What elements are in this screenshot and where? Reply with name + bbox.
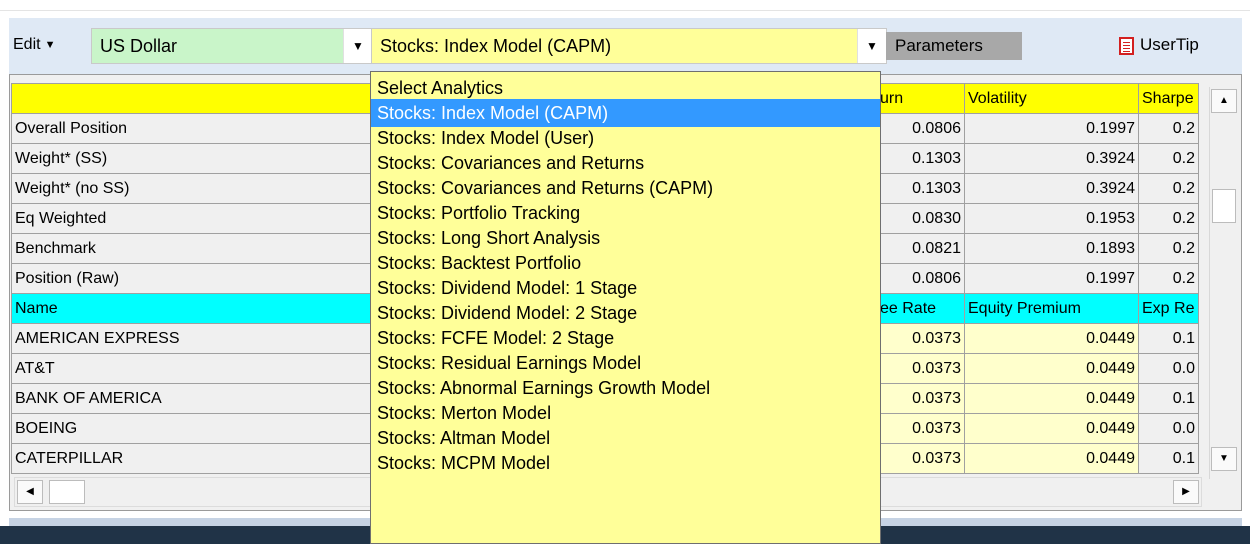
- dropdown-item[interactable]: Stocks: Covariances and Returns: [371, 149, 880, 177]
- cell[interactable]: 0.1303: [876, 143, 965, 174]
- analytics-select-value: Stocks: Index Model (CAPM): [380, 36, 612, 56]
- cell[interactable]: 0.1303: [876, 173, 965, 204]
- cell[interactable]: 0.1: [1138, 323, 1199, 354]
- cell[interactable]: 0.3924: [964, 173, 1139, 204]
- edit-menu[interactable]: Edit ▼: [13, 32, 55, 58]
- cell[interactable]: 0.1: [1138, 383, 1199, 414]
- currency-select-value: US Dollar: [100, 36, 178, 56]
- analytics-dropdown-list[interactable]: Select Analytics Stocks: Index Model (CA…: [370, 71, 881, 544]
- cell[interactable]: 0.0373: [876, 413, 965, 444]
- header-cell[interactable]: urn: [876, 83, 965, 114]
- toolbar: Edit ▼ US Dollar ▼ Stocks: Index Model (C…: [9, 18, 1242, 74]
- dropdown-item[interactable]: Stocks: Merton Model: [371, 399, 880, 427]
- dropdown-item[interactable]: Stocks: Altman Model: [371, 424, 880, 452]
- cell[interactable]: 0.0449: [964, 383, 1139, 414]
- cell[interactable]: 0.3924: [964, 143, 1139, 174]
- cell[interactable]: 0.2: [1138, 173, 1199, 204]
- chevron-down-icon[interactable]: ▼: [343, 29, 372, 63]
- cell[interactable]: 0.1997: [964, 263, 1139, 294]
- cell[interactable]: 0.2: [1138, 203, 1199, 234]
- cell[interactable]: 0.2: [1138, 143, 1199, 174]
- cell[interactable]: 0.0806: [876, 113, 965, 144]
- subheader-cell[interactable]: ee Rate: [876, 293, 965, 324]
- document-icon: [1119, 36, 1134, 55]
- dropdown-item[interactable]: Stocks: Backtest Portfolio: [371, 249, 880, 277]
- dropdown-item[interactable]: Stocks: Dividend Model: 1 Stage: [371, 274, 880, 302]
- cell[interactable]: 0.2: [1138, 233, 1199, 264]
- cell[interactable]: 0.0373: [876, 323, 965, 354]
- cell[interactable]: 0.0806: [876, 263, 965, 294]
- cell[interactable]: 0.2: [1138, 263, 1199, 294]
- vertical-scroll-thumb[interactable]: [1212, 189, 1236, 223]
- usertip-label: UserTip: [1140, 35, 1199, 54]
- dropdown-item[interactable]: Stocks: Abnormal Earnings Growth Model: [371, 374, 880, 402]
- scroll-down-icon[interactable]: ▼: [1211, 447, 1237, 471]
- cell[interactable]: 0.0449: [964, 413, 1139, 444]
- dropdown-item[interactable]: Stocks: Long Short Analysis: [371, 224, 880, 252]
- header-cell[interactable]: Volatility: [964, 83, 1139, 114]
- scrollbar-corner: [1210, 479, 1238, 507]
- cell[interactable]: 0.1997: [964, 113, 1139, 144]
- analytics-select[interactable]: Stocks: Index Model (CAPM) ▼: [371, 28, 887, 64]
- dropdown-item[interactable]: Stocks: MCPM Model: [371, 449, 880, 477]
- header-cell[interactable]: Sharpe: [1138, 83, 1199, 114]
- cell[interactable]: 0.0373: [876, 443, 965, 474]
- subheader-cell[interactable]: Exp Re: [1138, 293, 1199, 324]
- cell[interactable]: 0.1893: [964, 233, 1139, 264]
- window-top-edge: [0, 0, 1250, 11]
- currency-select[interactable]: US Dollar ▼: [91, 28, 373, 64]
- cell[interactable]: 0.0: [1138, 353, 1199, 384]
- cell[interactable]: 0.0449: [964, 443, 1139, 474]
- subheader-cell[interactable]: Equity Premium: [964, 293, 1139, 324]
- dropdown-item[interactable]: Stocks: FCFE Model: 2 Stage: [371, 324, 880, 352]
- cell[interactable]: 0.2: [1138, 113, 1199, 144]
- edit-menu-label: Edit: [13, 36, 41, 54]
- cell[interactable]: 0.1: [1138, 443, 1199, 474]
- cell[interactable]: 0.0821: [876, 233, 965, 264]
- dropdown-item[interactable]: Stocks: Portfolio Tracking: [371, 199, 880, 227]
- chevron-down-icon: ▼: [44, 39, 56, 51]
- vertical-scrollbar[interactable]: ▲ ▼: [1209, 87, 1238, 479]
- dropdown-item[interactable]: Stocks: Residual Earnings Model: [371, 349, 880, 377]
- scroll-up-icon[interactable]: ▲: [1211, 89, 1237, 113]
- parameters-button[interactable]: Parameters: [886, 32, 1022, 60]
- cell[interactable]: 0.0449: [964, 323, 1139, 354]
- horizontal-scroll-thumb[interactable]: [49, 480, 85, 504]
- scroll-right-icon[interactable]: ▶: [1173, 480, 1199, 504]
- dropdown-item[interactable]: Stocks: Index Model (User): [371, 124, 880, 152]
- dropdown-item-selected[interactable]: Stocks: Index Model (CAPM): [371, 99, 880, 127]
- cell[interactable]: 0.0830: [876, 203, 965, 234]
- cell[interactable]: 0.1953: [964, 203, 1139, 234]
- cell[interactable]: 0.0: [1138, 413, 1199, 444]
- cell[interactable]: 0.0373: [876, 383, 965, 414]
- dropdown-item[interactable]: Select Analytics: [371, 74, 880, 102]
- dropdown-item[interactable]: Stocks: Dividend Model: 2 Stage: [371, 299, 880, 327]
- cell[interactable]: 0.0449: [964, 353, 1139, 384]
- cell[interactable]: 0.0373: [876, 353, 965, 384]
- dropdown-item[interactable]: Stocks: Covariances and Returns (CAPM): [371, 174, 880, 202]
- chevron-down-icon[interactable]: ▼: [857, 29, 886, 63]
- usertip-button[interactable]: UserTip: [1119, 30, 1199, 60]
- scroll-left-icon[interactable]: ◀: [17, 480, 43, 504]
